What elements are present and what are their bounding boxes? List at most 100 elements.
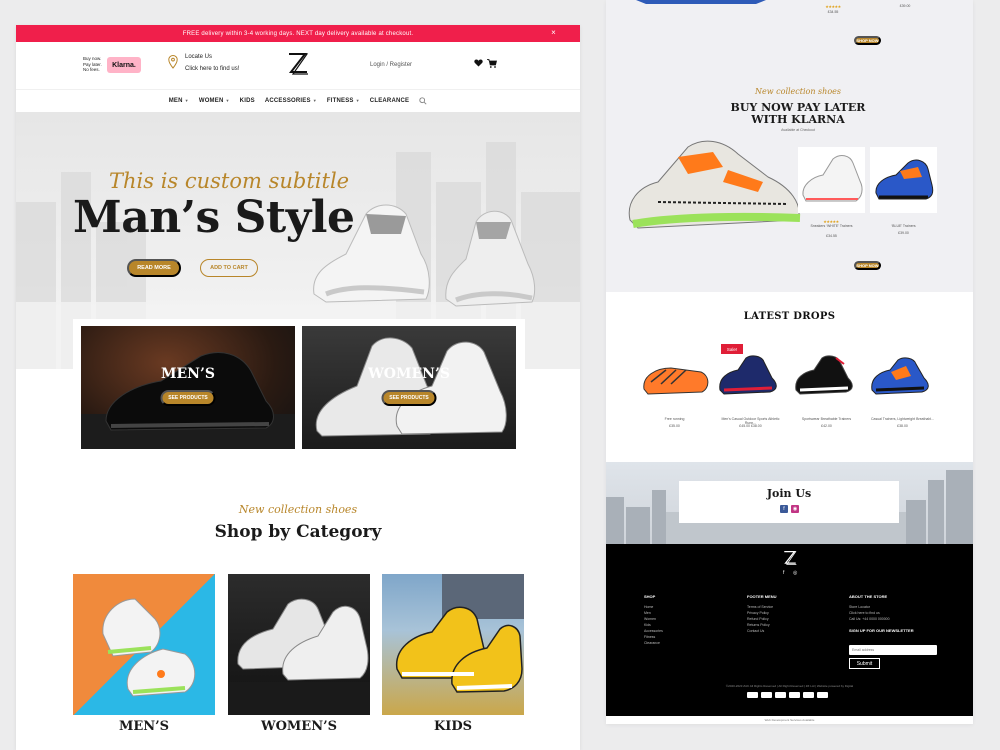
mens-shoe-image [102,598,196,697]
white-trainer-image [802,155,863,202]
locate-us-link[interactable]: Locate Us Click here to find us! [185,54,239,78]
site-logo[interactable] [287,52,309,76]
site-header: Buy now. Pay later. No fees. Klarna. Loc… [16,42,580,90]
shop-section-title: Shop by Category [214,522,382,542]
amex-icon [775,692,786,698]
facebook-icon[interactable]: f [780,505,788,513]
category-label-women: WOMEN’S [368,366,450,382]
footer-shop-column: SHOP Home Men Women Kids Accessories Fit… [644,594,663,646]
newsletter-heading: SIGN UP FOR OUR NEWSLETTER [849,628,914,633]
nav-item-women[interactable]: WOMEN ▼ [199,98,230,104]
footer-instagram-icon[interactable]: ◎ [793,570,797,576]
latest-product-1-name[interactable]: Free running [642,417,707,421]
shop-card-men[interactable] [73,574,215,715]
shop-now-button-top[interactable]: SHOP NOW [854,36,881,45]
shop-card-label-women: WOMEN’S [260,719,338,734]
footer-menu-column: FOOTER MENU Terms of Service Privacy Pol… [747,594,777,634]
category-label-men: MEN’S [161,366,215,382]
klarna-product-white-price: £34.55 [826,234,837,238]
chevron-down-icon: ▼ [355,98,360,103]
blue-trainer-image [875,159,934,200]
product-image-blue-orange [871,357,929,395]
klarna-title-line2: WITH KLARNA [751,113,845,126]
footer-link[interactable]: Contact Us [747,628,777,634]
nav-item-men[interactable]: MEN ▼ [169,98,189,104]
footer-logo[interactable] [783,550,797,566]
join-us-title: Join Us [766,487,812,500]
copyright-text: ©2020-2023 ZAK All Rights Reserved | All… [725,684,854,688]
bnpl-text: Buy now. Pay later. No fees. [83,56,102,72]
add-to-cart-button[interactable]: ADD TO CART [200,259,258,277]
main-nav: MEN ▼ WOMEN ▼ KIDS ACCESSORIES ▼ FITNESS ▼ CLEARA… [16,90,580,112]
footer-about-column: ABOUT THE STORE Store Locator Click here… [849,594,914,638]
page-preview-continued: ★★★★★ £34.55 £39.00 SHOP NOW New collect… [606,0,973,724]
category-tile-men[interactable]: MEN’S SEE PRODUCTS [81,326,295,449]
nav-item-label: FITNESS [326,98,354,104]
nav-item-label: KIDS [239,98,255,104]
shop-section-subtitle: New collection shoes [238,503,358,516]
klarna-product-blue-price: £39.00 [898,231,909,235]
hero-subtitle: This is custom subtitle [109,169,350,193]
chevron-down-icon: ▼ [312,98,317,103]
cart-icon[interactable] [487,59,497,68]
klarna-product-blue[interactable] [870,147,937,213]
footer-shop-heading: SHOP [644,594,656,599]
latest-product-4-price: £38.00 [897,424,908,428]
nav-item-accessories[interactable]: ACCESSORIES ▼ [265,98,317,104]
klarna-title: BUY NOW PAY LATER WITH KLARNA [698,102,898,126]
locate-title: Locate Us [185,54,213,60]
footer-facebook-icon[interactable]: f [783,570,784,576]
footer-link[interactable]: Clearance [644,640,663,646]
footer-menu-heading: FOOTER MENU [747,594,777,599]
instagram-icon[interactable]: ◉ [791,505,799,513]
chevron-down-icon: ▼ [225,98,230,103]
payment-icons [747,692,828,698]
product-image-orange [643,367,709,395]
visa-icon [747,692,758,698]
see-products-men-button[interactable]: SEE PRODUCTS [160,390,216,406]
nav-item-clearance[interactable]: CLEARANCE [370,98,409,104]
join-us-section: Join Us f ◉ [606,462,973,544]
login-register-link[interactable]: Login / Register [370,62,412,68]
klarna-product-white-name: Sneakers ‘WHITE’ Trainers [810,224,853,228]
product-image-navy-red [719,355,777,395]
site-footer: f ◎ SHOP Home Men Women Kids Accessories… [606,544,973,716]
phone-number: Call Us: +44 0000 000000 [849,617,890,621]
price-2: £39.00 [899,4,911,8]
shop-now-button-klarna[interactable]: SHOP NOW [854,261,881,270]
latest-product-1-price: £35.00 [669,424,680,428]
products-strip-top: ★★★★★ £34.55 £39.00 SHOP NOW [606,0,973,62]
latest-product-2-price: £45.00 £38.00 [739,424,762,428]
search-icon[interactable] [419,97,427,105]
latest-drops-section: LATEST DROPS Sale! Free running £35.00 M… [606,292,973,462]
shop-card-women[interactable] [228,574,370,715]
nav-item-fitness[interactable]: FITNESS ▼ [327,98,360,104]
see-products-women-button[interactable]: SEE PRODUCTS [381,390,437,406]
newsletter-submit-button[interactable]: Submit [849,658,880,669]
klarna-product-white[interactable] [798,147,865,213]
nav-item-kids[interactable]: KIDS [240,98,255,104]
klarna-subtitle: New collection shoes [755,87,841,96]
klarna-section: New collection shoes BUY NOW PAY LATER W… [606,62,973,292]
womens-shoe-image [228,598,370,715]
announcement-bar: FREE delivery within 3-4 working days. N… [16,25,580,42]
shop-card-label-kids: KIDS [433,719,473,734]
price-1: £34.55 [827,10,839,14]
newsletter-email-input[interactable] [849,645,937,655]
black-sneaker-image [81,352,295,449]
homepage-preview: FREE delivery within 3-4 working days. N… [16,25,580,750]
rating-stars: ★★★★★ [825,4,841,9]
latest-product-3-name[interactable]: Sportswear Breathable Trainers [794,417,859,421]
hero-sneakers-image [313,204,536,307]
latest-product-4-name[interactable]: Casual Trainers, Lightweight Breathabl..… [870,417,935,421]
white-sneakers-image [315,337,507,437]
heart-icon[interactable] [474,59,483,67]
gpay-icon [817,692,828,698]
announcement-text: FREE delivery within 3-4 working days. N… [182,30,414,37]
read-more-button[interactable]: READ MORE [127,259,181,277]
category-tile-women[interactable]: WOMEN’S SEE PRODUCTS [302,326,516,449]
klarna-product-blue-name: ‘BLUE’ Trainers [891,224,916,228]
close-icon[interactable]: × [551,28,556,37]
shop-card-kids[interactable] [382,574,524,715]
klarna-badge[interactable]: Klarna. [107,57,141,73]
